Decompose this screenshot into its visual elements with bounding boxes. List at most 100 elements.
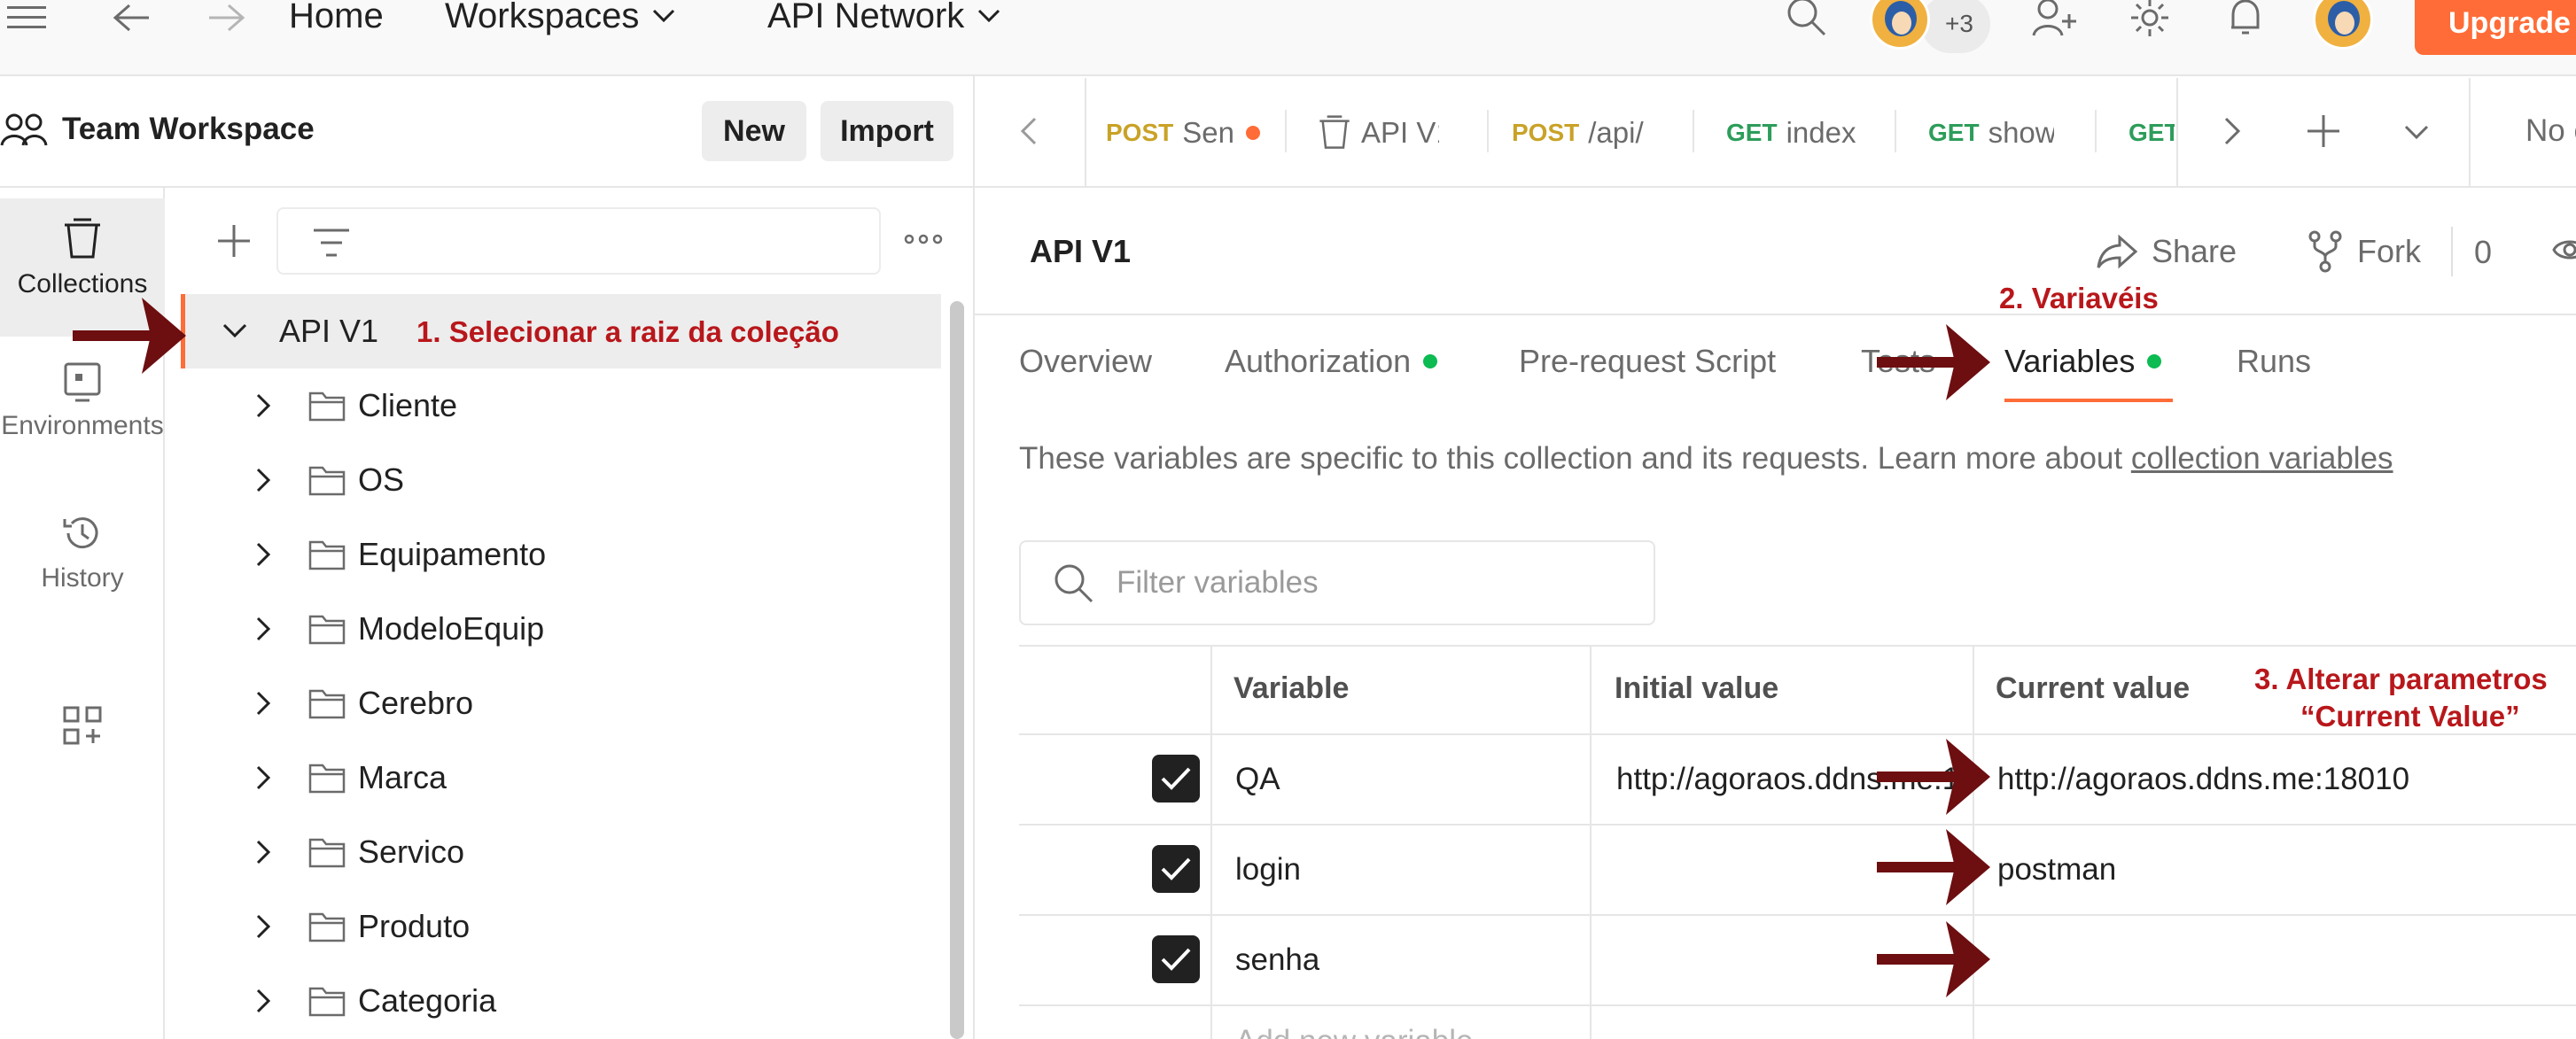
- annotation-arrow-icon: [1877, 829, 1990, 905]
- variable-name-cell[interactable]: senha: [1235, 942, 1319, 978]
- new-button[interactable]: New: [702, 101, 806, 161]
- tree-item-folder[interactable]: Categoria: [183, 964, 943, 1038]
- request-tab[interactable]: GET index: [1726, 106, 1859, 159]
- rail-item-add-apps[interactable]: [0, 705, 165, 767]
- chevron-down-icon[interactable]: [210, 322, 260, 340]
- tab-variables[interactable]: Variables: [2004, 337, 2162, 386]
- tab-label: Runs: [2237, 343, 2312, 379]
- tab-runs[interactable]: Runs: [2237, 337, 2311, 386]
- tab-separator: [2176, 78, 2178, 188]
- chevron-right-icon[interactable]: [239, 988, 289, 1014]
- variable-enabled-checkbox[interactable]: [1152, 755, 1200, 803]
- settings-gear-icon[interactable]: [2125, 0, 2175, 36]
- import-button[interactable]: Import: [821, 101, 953, 161]
- more-options-icon[interactable]: [904, 232, 943, 246]
- home-link[interactable]: Home: [289, 0, 384, 34]
- tree-item-label: Categoria: [358, 982, 497, 1019]
- tab-label: Overview: [1019, 343, 1153, 379]
- collections-icon: [65, 218, 100, 259]
- chevron-down-icon: [653, 9, 675, 23]
- tab-pre-request-script[interactable]: Pre-request Script: [1519, 337, 1776, 386]
- column-divider: [1590, 645, 1592, 1039]
- tab-label: index: [1786, 116, 1856, 149]
- folder-icon: [308, 687, 346, 719]
- chevron-right-icon[interactable]: [239, 467, 289, 493]
- collaborator-avatar[interactable]: [1870, 0, 1930, 50]
- current-value-cell[interactable]: http://agoraos.ddns.me:18010: [1997, 762, 2529, 797]
- tree-item-folder[interactable]: ModeloEquip: [183, 592, 943, 666]
- chevron-right-icon[interactable]: [239, 913, 289, 940]
- column-divider: [1210, 645, 1212, 1039]
- info-text: These variables are specific to this col…: [1019, 441, 2131, 476]
- add-new-variable-placeholder[interactable]: Add new variable: [1235, 1024, 1474, 1039]
- fork-icon: [2308, 230, 2342, 273]
- tab-overview[interactable]: Overview: [1019, 337, 1152, 386]
- forward-arrow-icon[interactable]: [202, 0, 252, 35]
- request-tab[interactable]: GET show: [1928, 106, 2059, 159]
- add-collection-icon[interactable]: [214, 221, 253, 260]
- chevron-right-icon[interactable]: [239, 764, 289, 791]
- environment-selector[interactable]: No e: [2525, 113, 2576, 149]
- tree-item-folder[interactable]: Cerebro: [183, 666, 943, 740]
- status-dot: [2147, 354, 2162, 368]
- request-tab[interactable]: POST Sen: [1106, 106, 1274, 159]
- tab-label: Pre-request Script: [1519, 343, 1777, 379]
- tab-label: /api/: [1588, 116, 1644, 149]
- upgrade-button[interactable]: Upgrade: [2415, 0, 2576, 55]
- tree-item-folder[interactable]: OS: [183, 443, 943, 517]
- tree-item-folder[interactable]: Marca: [183, 740, 943, 815]
- variable-name-cell[interactable]: login: [1235, 852, 1301, 888]
- request-tab[interactable]: API V1: [1317, 106, 1459, 159]
- chevron-right-icon[interactable]: [239, 392, 289, 419]
- back-arrow-icon[interactable]: [106, 0, 156, 35]
- tab-label: Sen: [1182, 116, 1234, 149]
- tree-item-folder[interactable]: Produto: [183, 889, 943, 964]
- watch-eye-icon[interactable]: [2552, 232, 2576, 268]
- workspaces-menu[interactable]: Workspaces: [445, 0, 676, 34]
- chevron-right-icon[interactable]: [239, 616, 289, 642]
- checkmark-icon: [1161, 948, 1191, 971]
- rail-item-history[interactable]: History: [0, 512, 165, 618]
- tabs-scroll-right-icon[interactable]: [2219, 115, 2244, 147]
- variable-name-cell[interactable]: QA: [1235, 762, 1280, 797]
- collections-search-box[interactable]: [276, 207, 881, 275]
- team-icon: [0, 112, 48, 147]
- fork-button[interactable]: Fork: [2308, 227, 2421, 276]
- filter-icon[interactable]: [312, 227, 351, 259]
- sidebar-scrollbar[interactable]: [950, 301, 964, 1039]
- column-header-variable: Variable: [1234, 671, 1350, 705]
- tabs-dropdown-chevron-icon[interactable]: [2403, 124, 2430, 142]
- collaborators-count[interactable]: +3: [1921, 0, 1990, 53]
- hamburger-icon[interactable]: [0, 0, 53, 35]
- request-tab[interactable]: GET: [2129, 106, 2175, 159]
- variable-enabled-checkbox[interactable]: [1152, 935, 1200, 983]
- tabs-scroll-left-icon[interactable]: [1017, 115, 1042, 147]
- invite-user-icon[interactable]: [2029, 0, 2079, 36]
- filter-variables-input[interactable]: Filter variables: [1019, 540, 1655, 625]
- notifications-bell-icon[interactable]: [2221, 0, 2270, 35]
- tree-item-folder[interactable]: Cliente: [183, 368, 943, 443]
- chevron-right-icon[interactable]: [239, 690, 289, 717]
- search-icon[interactable]: [1781, 0, 1831, 36]
- tree-item-folder[interactable]: Equipamento: [183, 517, 943, 592]
- tree-item-label: Equipamento: [358, 536, 547, 572]
- tree-item-folder[interactable]: Servico: [183, 815, 943, 889]
- top-bar: Home Workspaces API Network +3 Upgrade: [0, 0, 2576, 76]
- variable-enabled-checkbox[interactable]: [1152, 845, 1200, 893]
- current-value-cell[interactable]: postman: [1997, 852, 2529, 888]
- annotation-arrow-icon: [1877, 921, 1990, 997]
- method-badge: POST: [1512, 119, 1580, 146]
- user-avatar[interactable]: [2313, 0, 2373, 50]
- new-tab-plus-icon[interactable]: [2306, 113, 2341, 149]
- request-tab[interactable]: POST /api/: [1512, 106, 1654, 159]
- tab-authorization[interactable]: Authorization: [1225, 337, 1438, 386]
- chevron-right-icon[interactable]: [239, 839, 289, 865]
- annotation-step-3-line2: “Current Value”: [2300, 700, 2520, 733]
- rail-item-environments[interactable]: Environments: [0, 361, 165, 468]
- share-button[interactable]: Share: [2097, 227, 2237, 276]
- collection-variables-link[interactable]: collection variables: [2131, 441, 2393, 476]
- column-header-initial-value: Initial value: [1615, 671, 1779, 705]
- api-network-menu[interactable]: API Network: [767, 0, 1001, 34]
- chevron-right-icon[interactable]: [239, 541, 289, 568]
- table-border: [1019, 1004, 2576, 1006]
